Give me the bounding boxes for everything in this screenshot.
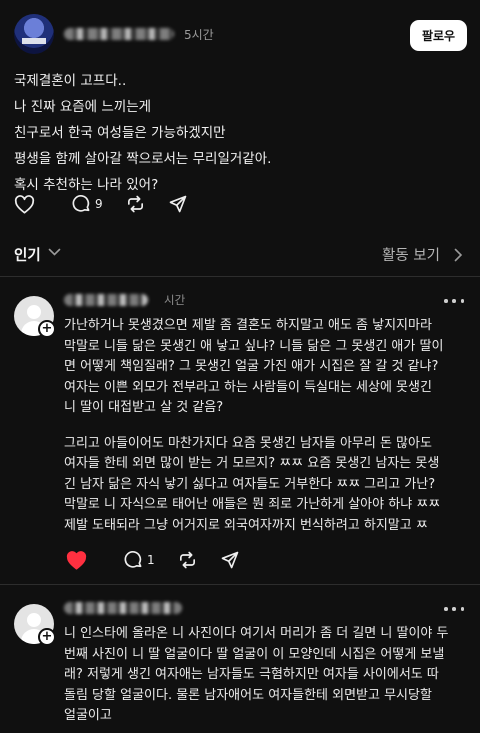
comment-line: 여자는 이쁜 외모가 전부라고 하는 사람들이 득실대는 세상에 못생긴: [64, 379, 432, 395]
follow-button[interactable]: 팔로우: [410, 20, 467, 51]
comment-action-bar: 1: [66, 550, 262, 570]
comment-line: 얼굴이고: [64, 708, 112, 723]
comment-line: 면 어떻게 책임질래? 그 못생긴 얼굴 가진 애가 시집은 잘 갈 것 같냐?: [64, 359, 439, 374]
like-button[interactable]: [14, 194, 35, 214]
share-button[interactable]: [220, 550, 240, 570]
activity-link[interactable]: 활동 보기: [382, 244, 440, 265]
comment-text: 니 인스타에 올라온 니 사진이다 여기서 머리가 좀 더 길면 니 딸이야 두…: [64, 624, 474, 727]
sort-dropdown-label[interactable]: 인기: [14, 244, 41, 265]
comment-line: 래? 저렇게 생긴 여자애는 남자들도 극혐하지만 여자들 사이에서도 따: [64, 667, 439, 682]
comment-line: 번째 사진이 니 딸 얼굴이다 딸 얼굴이 이 모양인데 시집은 어떻게 보낼: [64, 646, 445, 662]
post-time: 5시간: [184, 28, 214, 42]
comment-line: 막말로 니 자식으로 태어난 애들은 뭔 죄로 가난하게 살아야 하냐 ㅉㅉ: [64, 497, 441, 512]
comment-line: 막말로 니들 닮은 못생긴 애 낳고 싶냐? 니들 닮은 그 못생긴 애가 딸이: [64, 338, 444, 354]
commenter-name-redacted[interactable]: [64, 294, 148, 306]
comment-time: 시간: [164, 293, 186, 307]
post-line: 친구로서 한국 여성들은 가능하겠지만: [14, 125, 226, 141]
divider: [0, 276, 480, 277]
comment-count: 9: [95, 197, 103, 211]
share-button[interactable]: [168, 194, 188, 214]
comment-line: 제발 도태되라 그냥 어거지로 외국여자까지 번식하려고 하지말고 ㅉ: [64, 517, 428, 533]
comment-bubble-icon: [124, 551, 142, 568]
heart-filled-icon: [66, 550, 87, 570]
repost-button[interactable]: [125, 194, 146, 214]
comment-line: 그리고 아들이어도 마찬가지다 요즘 못생긴 남자들 아무리 돈 많아도: [64, 435, 432, 451]
comment-item: + 니 인스타에 올라온 니 사진이다 여기서 머리가 좀 더 길면 니 딸이야…: [0, 592, 480, 733]
comment-item: + 시간 가난하거나 못생겼으면 제발 좀 결혼도 하지말고 애도 좀 낳지지마…: [0, 284, 480, 580]
comment-line: 여자들 한테 외면 많이 받는 거 모르지? ㅉㅉ 요즘 못생긴 남자는 못생: [64, 456, 440, 471]
comment-line: 긴 남자 닮은 자식 낳기 싫다고 여자들도 거부한다 ㅉㅉ 그리고 가난?: [64, 476, 436, 492]
comment-button[interactable]: 1: [123, 550, 155, 570]
divider: [0, 584, 480, 585]
author-name-redacted[interactable]: [64, 28, 174, 40]
comment-count: 1: [147, 553, 155, 567]
send-icon: [221, 551, 238, 569]
author-avatar[interactable]: [14, 14, 54, 54]
post-line: 국제결혼이 고프다..: [14, 73, 127, 89]
send-icon: [169, 195, 186, 213]
commenter-name-redacted[interactable]: [64, 602, 182, 614]
chevron-right-icon[interactable]: [454, 248, 463, 262]
comment-line: 니 딸이 대접받고 살 것 같음?: [64, 400, 224, 415]
comment-line: 니 인스타에 올라온 니 사진이다 여기서 머리가 좀 더 길면 니 딸이야 두: [64, 626, 449, 641]
heart-outline-icon: [14, 194, 35, 214]
post-header: 5시간 팔로우: [0, 0, 480, 70]
comment-line: 가난하거나 못생겼으면 제발 좀 결혼도 하지말고 애도 좀 낳지지마라: [64, 318, 432, 333]
more-options-icon[interactable]: [444, 604, 464, 614]
repost-button[interactable]: [177, 550, 198, 570]
more-options-icon[interactable]: [444, 296, 464, 306]
repost-icon: [127, 195, 143, 213]
comment-sort-row: 인기 활동 보기: [0, 236, 480, 274]
post-line: 평생을 함께 살아갈 짝으로서는 무리일거같아.: [14, 151, 272, 167]
comment-line: 돌림 당할 얼굴이다. 물론 남자애어도 여자들한테 외면받고 무시당할: [64, 687, 432, 703]
post-action-bar: 9: [14, 194, 210, 214]
repost-icon: [179, 551, 195, 569]
post-body: 국제결혼이 고프다.. 나 진짜 요즘에 느끼는게 친구로서 한국 여성들은 가…: [14, 68, 464, 198]
chevron-down-icon[interactable]: [48, 248, 61, 257]
follow-plus-icon[interactable]: +: [38, 628, 56, 646]
follow-plus-icon[interactable]: +: [38, 320, 56, 338]
comment-text: 가난하거나 못생겼으면 제발 좀 결혼도 하지말고 애도 좀 낳지지마라 막말로…: [64, 316, 474, 536]
post-line: 나 진짜 요즘에 느끼는게: [14, 99, 152, 115]
comment-button[interactable]: 9: [71, 194, 103, 214]
like-button[interactable]: [66, 550, 87, 570]
comment-bubble-icon: [72, 195, 90, 212]
